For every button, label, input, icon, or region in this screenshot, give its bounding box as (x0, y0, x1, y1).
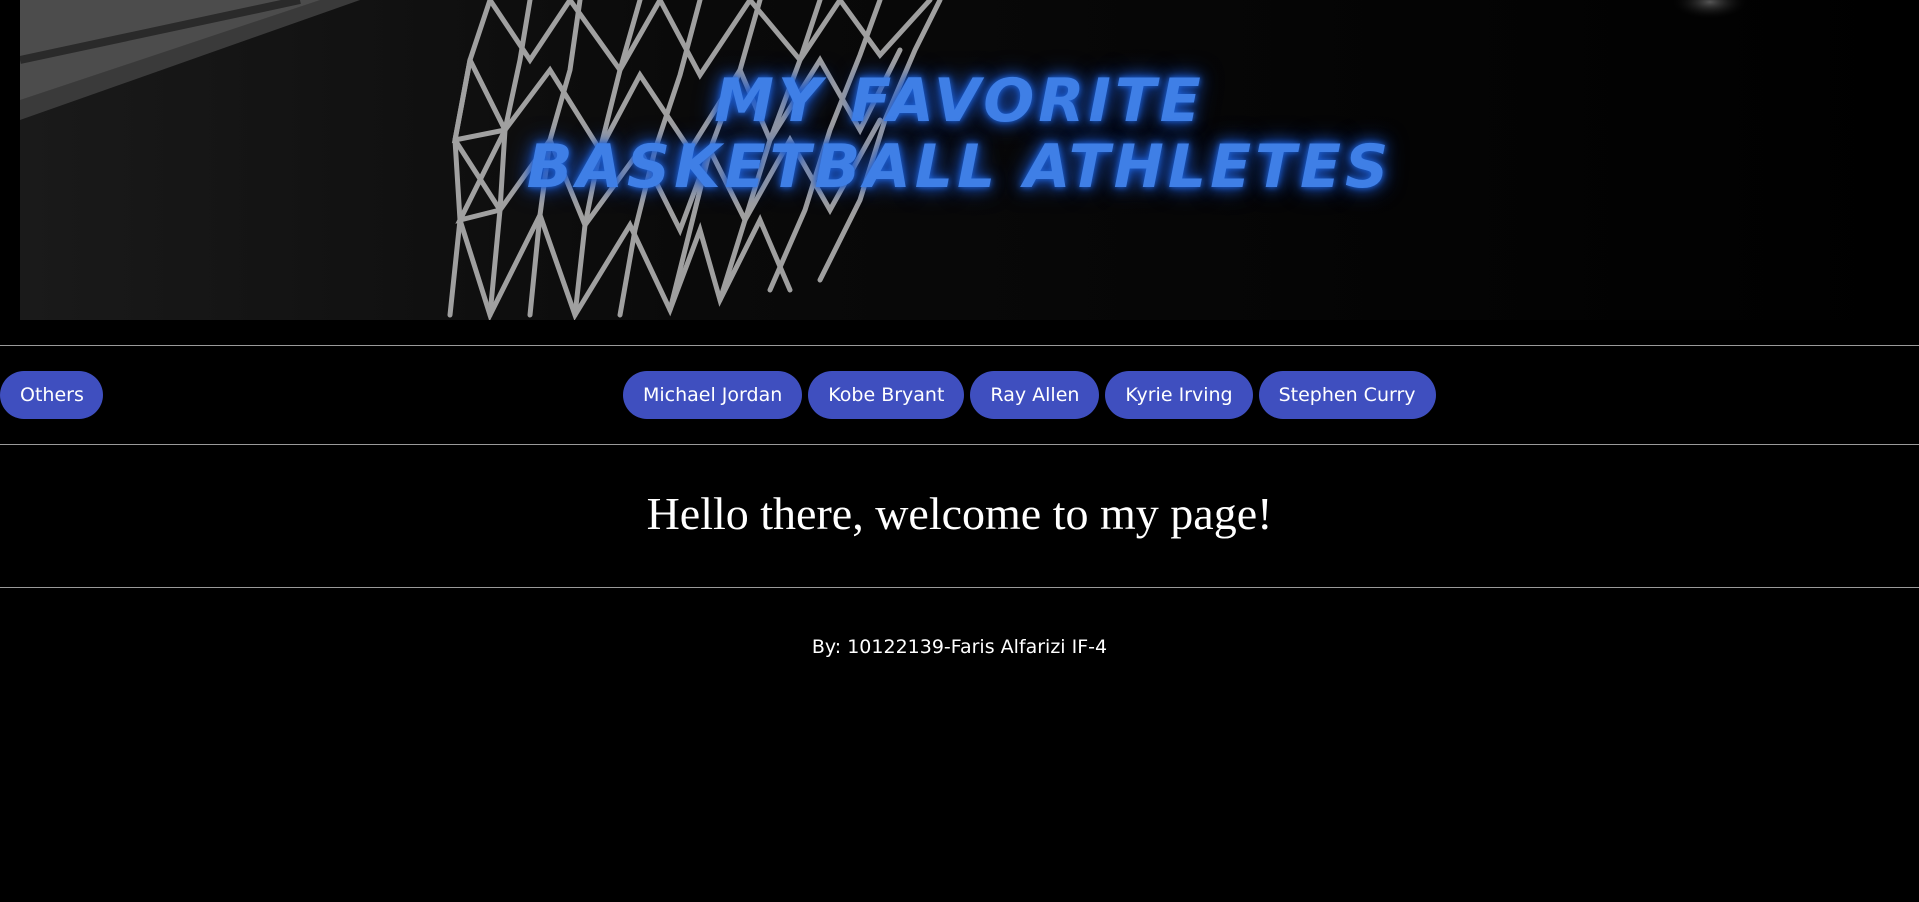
site-title: My Favorite Basketball Athletes (0, 68, 1919, 200)
nav-others-button[interactable]: Others (0, 371, 103, 419)
nav-kobe-bryant-button[interactable]: Kobe Bryant (808, 371, 965, 419)
nav-kyrie-irving-button[interactable]: Kyrie Irving (1105, 371, 1253, 419)
page: My Favorite Basketball Athletes Others M… (0, 0, 1919, 902)
nav-michael-jordan-button[interactable]: Michael Jordan (623, 371, 803, 419)
nav-ray-allen-button[interactable]: Ray Allen (970, 371, 1100, 419)
divider-top (0, 345, 1919, 346)
header-banner: My Favorite Basketball Athletes (0, 0, 1919, 320)
divider-bottom (0, 587, 1919, 588)
athlete-nav-group: Michael Jordan Kobe Bryant Ray Allen Kyr… (623, 371, 1436, 419)
nav-stephen-curry-button[interactable]: Stephen Curry (1258, 371, 1436, 419)
site-title-line-1: My Favorite (714, 66, 1205, 136)
divider-middle (0, 444, 1919, 445)
welcome-heading: Hello there, welcome to my page! (646, 488, 1273, 539)
author-byline: By: 10122139-Faris Alfarizi IF-4 (811, 636, 1108, 658)
site-title-line-2: Basketball Athletes (526, 132, 1393, 202)
